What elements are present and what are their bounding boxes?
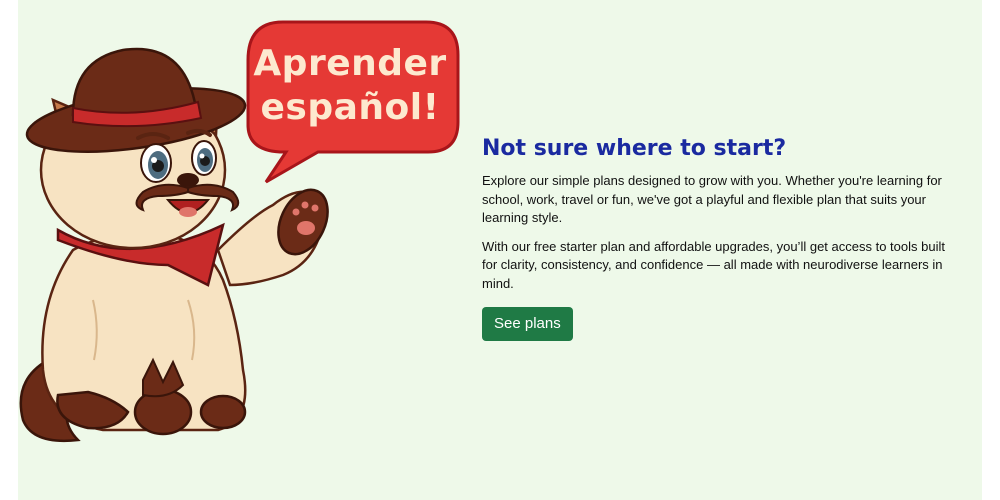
hero-content: Not sure where to start? Explore our sim… — [482, 134, 952, 341]
pricing-paragraph: With our free starter plan and affordabl… — [482, 238, 945, 291]
speech-bubble-text: Aprender español! — [253, 43, 447, 128]
see-plans-button[interactable]: See plans — [482, 307, 573, 341]
section-heading: Not sure where to start? — [482, 136, 787, 161]
intro-paragraph: Explore our simple plans designed to gro… — [482, 173, 942, 225]
